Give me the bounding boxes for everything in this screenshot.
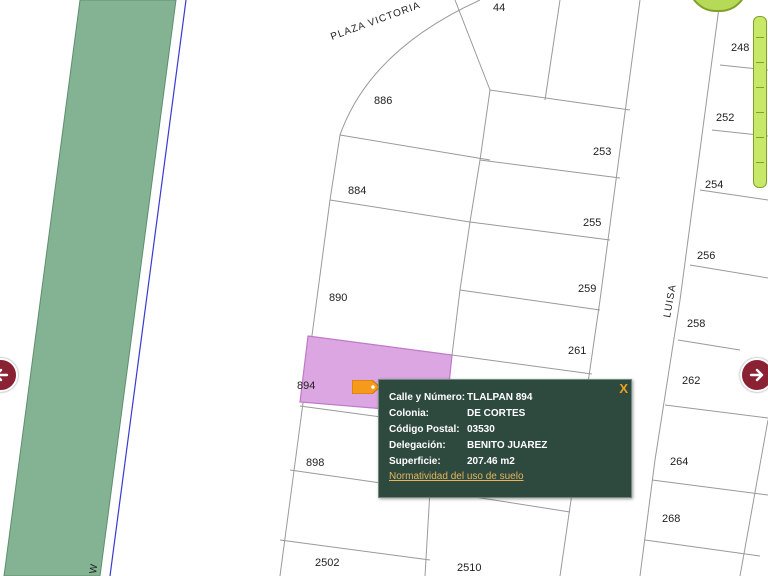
- info-value: DE CORTES: [467, 408, 526, 419]
- arrow-right-icon: [749, 368, 764, 382]
- lot-number-2510: 2510: [457, 562, 481, 574]
- lot-number-254: 254: [705, 179, 723, 191]
- info-label: Superficie:: [389, 456, 441, 467]
- info-label: Código Postal:: [389, 424, 460, 435]
- info-value: 207.46 m2: [467, 456, 515, 467]
- info-label: Colonia:: [389, 408, 429, 419]
- zoom-tick: [756, 137, 764, 138]
- zoom-tick: [756, 62, 764, 63]
- info-value: BENITO JUAREZ: [467, 440, 548, 451]
- info-row-street: Calle y Número: TLALPAN 894: [389, 392, 532, 406]
- lot-number-252: 252: [716, 112, 734, 124]
- info-row-postal-code: Código Postal: 03530: [389, 424, 495, 438]
- lot-number-44: 44: [493, 2, 505, 14]
- info-value: 03530: [467, 424, 495, 435]
- lot-number-2502: 2502: [315, 557, 339, 569]
- info-row-colonia: Colonia: DE CORTES: [389, 408, 525, 422]
- info-row-delegacion: Delegación: BENITO JUAREZ: [389, 440, 547, 454]
- zoom-tick: [756, 37, 764, 38]
- lot-number-253: 253: [593, 146, 611, 158]
- lot-number-886: 886: [374, 95, 392, 107]
- pan-right-button[interactable]: [740, 358, 768, 392]
- lot-number-898: 898: [306, 457, 324, 469]
- zoom-tick: [756, 87, 764, 88]
- location-marker-icon[interactable]: [352, 380, 380, 394]
- lot-number-262: 262: [682, 375, 700, 387]
- street-median: [3, 0, 177, 576]
- lot-number-890: 890: [329, 292, 347, 304]
- land-use-link[interactable]: Normatividad del uso de suelo: [389, 471, 524, 482]
- info-label: Calle y Número:: [389, 392, 466, 403]
- lot-number-261: 261: [568, 345, 586, 357]
- lot-number-894: 894: [297, 380, 315, 392]
- lot-number-268: 268: [662, 513, 680, 525]
- zoom-tick: [756, 112, 764, 113]
- lot-number-258: 258: [687, 318, 705, 330]
- lot-number-248: 248: [731, 42, 749, 54]
- lot-number-256: 256: [697, 250, 715, 262]
- lot-number-884: 884: [348, 185, 366, 197]
- arrow-left-icon: [0, 368, 9, 382]
- close-icon[interactable]: X: [619, 381, 628, 396]
- lot-number-264: 264: [670, 456, 688, 468]
- street-label-plaza-victoria: PLAZA VICTORIA: [329, 0, 422, 43]
- zoom-slider[interactable]: [753, 16, 767, 188]
- lot-number-255: 255: [583, 217, 601, 229]
- street-label-luisa: LUISA: [662, 283, 679, 318]
- street-label-fragment: W: [88, 563, 100, 575]
- info-value: TLALPAN 894: [467, 392, 533, 403]
- lot-number-259: 259: [578, 283, 596, 295]
- zoom-tick: [756, 162, 764, 163]
- info-row-superficie: Superficie: 207.46 m2: [389, 456, 515, 470]
- parcel-info-popup: X Calle y Número: TLALPAN 894 Colonia: D…: [378, 379, 632, 498]
- info-label: Delegación:: [389, 440, 446, 451]
